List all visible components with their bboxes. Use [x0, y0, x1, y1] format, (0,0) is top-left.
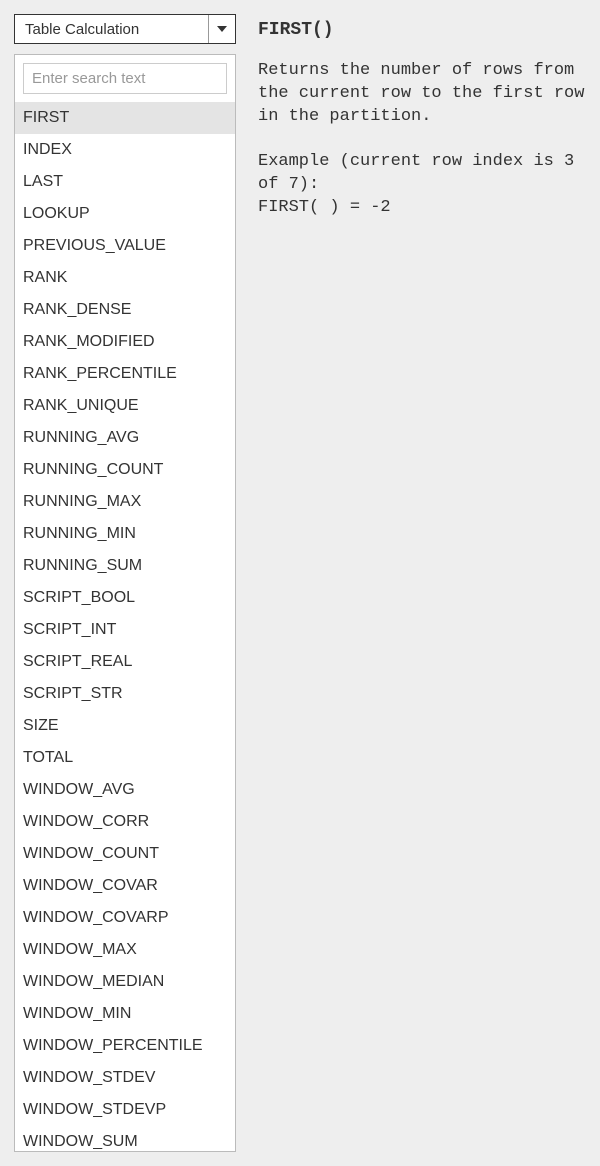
function-item[interactable]: RANK	[15, 262, 235, 294]
function-item[interactable]: INDEX	[15, 134, 235, 166]
function-item[interactable]: TOTAL	[15, 742, 235, 774]
function-item[interactable]: RUNNING_SUM	[15, 550, 235, 582]
function-item[interactable]: LAST	[15, 166, 235, 198]
function-item[interactable]: WINDOW_AVG	[15, 774, 235, 806]
function-item[interactable]: SIZE	[15, 710, 235, 742]
function-item[interactable]: WINDOW_COVAR	[15, 870, 235, 902]
function-item[interactable]: RUNNING_MIN	[15, 518, 235, 550]
function-item[interactable]: WINDOW_COUNT	[15, 838, 235, 870]
function-item[interactable]: FIRST	[15, 102, 235, 134]
function-item[interactable]: RUNNING_MAX	[15, 486, 235, 518]
function-item[interactable]: WINDOW_STDEVP	[15, 1094, 235, 1126]
function-list[interactable]: FIRSTINDEXLASTLOOKUPPREVIOUS_VALUERANKRA…	[15, 102, 235, 1151]
detail-title: FIRST()	[258, 20, 586, 40]
detail-description: Returns the number of rows from the curr…	[258, 60, 586, 129]
function-item[interactable]: RANK_DENSE	[15, 294, 235, 326]
function-item[interactable]: WINDOW_COVARP	[15, 902, 235, 934]
chevron-down-icon	[209, 15, 235, 43]
function-item[interactable]: SCRIPT_REAL	[15, 646, 235, 678]
function-item[interactable]: WINDOW_CORR	[15, 806, 235, 838]
function-item[interactable]: WINDOW_STDEV	[15, 1062, 235, 1094]
function-item[interactable]: PREVIOUS_VALUE	[15, 230, 235, 262]
detail-example: Example (current row index is 3 of 7): F…	[258, 151, 586, 220]
function-item[interactable]: WINDOW_MAX	[15, 934, 235, 966]
function-item[interactable]: RUNNING_AVG	[15, 422, 235, 454]
left-panel: Table Calculation FIRSTINDEXLASTLOOKUPPR…	[14, 14, 236, 1152]
function-item[interactable]: RANK_UNIQUE	[15, 390, 235, 422]
category-dropdown[interactable]: Table Calculation	[14, 14, 236, 44]
function-item[interactable]: WINDOW_PERCENTILE	[15, 1030, 235, 1062]
function-item[interactable]: SCRIPT_BOOL	[15, 582, 235, 614]
dropdown-label: Table Calculation	[15, 15, 209, 43]
search-input[interactable]	[23, 63, 227, 94]
function-item[interactable]: RANK_PERCENTILE	[15, 358, 235, 390]
function-item[interactable]: SCRIPT_INT	[15, 614, 235, 646]
function-item[interactable]: WINDOW_SUM	[15, 1126, 235, 1151]
function-list-container: FIRSTINDEXLASTLOOKUPPREVIOUS_VALUERANKRA…	[14, 54, 236, 1152]
function-item[interactable]: WINDOW_MIN	[15, 998, 235, 1030]
function-item[interactable]: RANK_MODIFIED	[15, 326, 235, 358]
function-item[interactable]: RUNNING_COUNT	[15, 454, 235, 486]
function-item[interactable]: WINDOW_MEDIAN	[15, 966, 235, 998]
function-item[interactable]: SCRIPT_STR	[15, 678, 235, 710]
function-item[interactable]: LOOKUP	[15, 198, 235, 230]
detail-panel: FIRST() Returns the number of rows from …	[258, 14, 586, 1152]
